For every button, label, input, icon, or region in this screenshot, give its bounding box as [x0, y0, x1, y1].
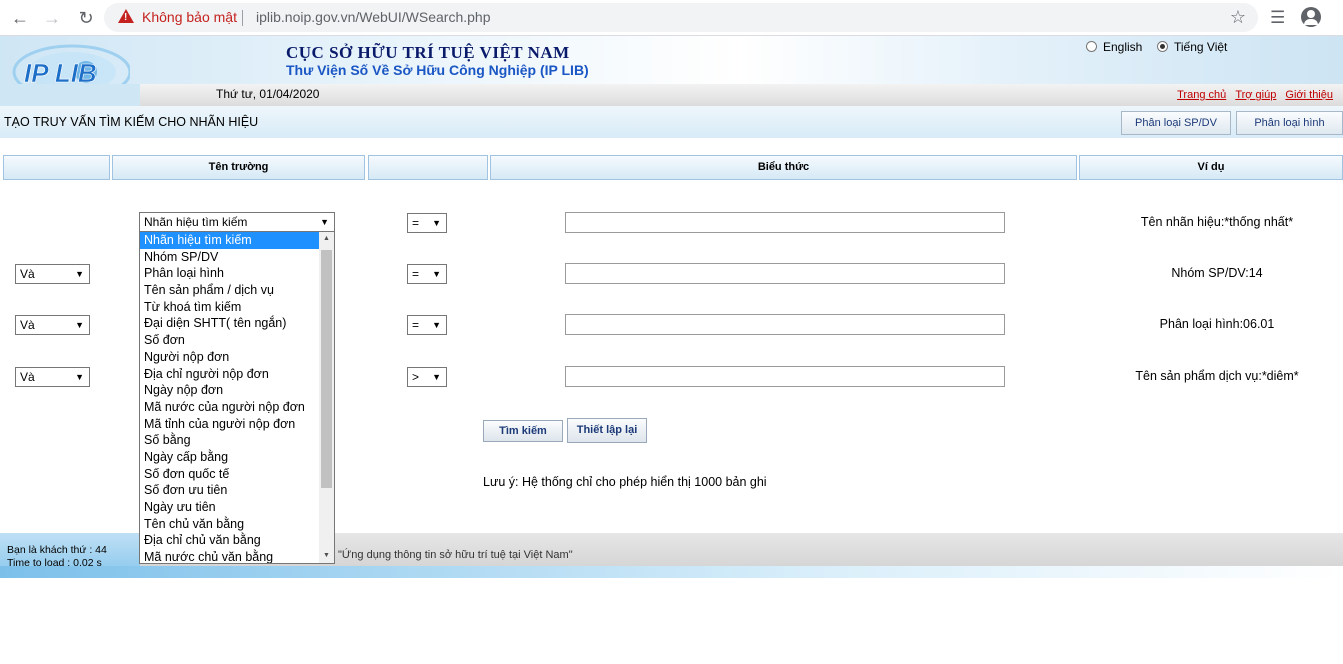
col-logic-header [3, 155, 110, 180]
dropdown-scrollbar[interactable]: ▲ ▼ [319, 232, 334, 563]
field-select-1[interactable]: Nhãn hiệu tìm kiếm [139, 212, 335, 232]
site-subtitle: Thư Viện Số Về Sở Hữu Công Nghiệp (IP LI… [286, 62, 589, 78]
example-3: Phân loại hình:06.01 [1159, 317, 1275, 331]
media-controls-icon[interactable]: ☰ [1270, 8, 1285, 28]
expression-input-1[interactable] [565, 212, 1005, 233]
forward-icon[interactable]: → [42, 8, 62, 28]
lang-vietnamese-option[interactable]: Tiếng Việt [1157, 40, 1227, 54]
dropdown-option[interactable]: Từ khoá tìm kiếm [140, 299, 334, 316]
scroll-up-icon[interactable]: ▲ [319, 232, 334, 246]
top-links: Trang chủ Trợ giúp Giới thiệu [1171, 89, 1333, 101]
url-text[interactable]: iplib.noip.gov.vn/WebUI/WSearch.php [256, 9, 491, 25]
expression-input-3[interactable] [565, 314, 1005, 335]
scrollbar-thumb[interactable] [321, 250, 332, 488]
example-2: Nhóm SP/DV:14 [1171, 266, 1263, 280]
logic-select-4[interactable]: Và [15, 367, 90, 387]
dropdown-option[interactable]: Số đơn ưu tiên [140, 482, 334, 499]
footer-slogan: "Ứng dụng thông tin sở hữu trí tuệ tại V… [338, 549, 573, 561]
dropdown-option[interactable]: Mã nước chủ văn bằng [140, 549, 334, 563]
scroll-down-icon[interactable]: ▼ [319, 549, 334, 563]
bookmark-star-icon[interactable]: ☆ [1230, 7, 1246, 28]
result-limit-note: Lưu ý: Hệ thống chỉ cho phép hiển thị 10… [483, 475, 767, 489]
col-operator-header [368, 155, 488, 180]
link-about[interactable]: Giới thiệu [1285, 89, 1333, 101]
dropdown-option[interactable]: Địa chỉ người nộp đơn [140, 366, 334, 383]
dropdown-option[interactable]: Mã nước của người nộp đơn [140, 399, 334, 416]
site-title: CỤC SỞ HỮU TRÍ TUỆ VIỆT NAM [286, 43, 570, 62]
dropdown-option[interactable]: Số đơn [140, 332, 334, 349]
radio-vietnamese[interactable] [1157, 41, 1168, 52]
dropdown-option[interactable]: Phân loại hình [140, 265, 334, 282]
dropdown-option[interactable]: Tên chủ văn bằng [140, 516, 334, 533]
address-bar[interactable]: Không bảo mật iplib.noip.gov.vn/WebUI/WS… [104, 3, 1258, 32]
dropdown-option[interactable]: Số đơn quốc tế [140, 466, 334, 483]
link-help[interactable]: Trợ giúp [1235, 89, 1276, 101]
dropdown-option[interactable]: Nhóm SP/DV [140, 249, 334, 266]
class-goods-button[interactable]: Phân loại SP/DV [1121, 111, 1231, 135]
link-home[interactable]: Trang chủ [1177, 89, 1226, 101]
logic-select-3[interactable]: Và [15, 315, 90, 335]
security-label: Không bảo mật [142, 9, 237, 25]
dropdown-option[interactable]: Người nộp đơn [140, 349, 334, 366]
dropdown-option[interactable]: Ngày nộp đơn [140, 382, 334, 399]
expression-input-2[interactable] [565, 263, 1005, 284]
section-title: TẠO TRUY VẤN TÌM KIẾM CHO NHÃN HIỆU [4, 115, 259, 129]
operator-select-3[interactable]: = [407, 315, 447, 335]
field-dropdown-list[interactable]: Nhãn hiệu tìm kiếm Nhóm SP/DV Phân loại hì… [139, 231, 335, 564]
col-expression-header: Biểu thức [490, 155, 1077, 180]
search-button[interactable]: Tìm kiếm [483, 420, 563, 442]
logic-select-2[interactable]: Và [15, 264, 90, 284]
col-example-header: Ví dụ [1079, 155, 1343, 180]
reset-button[interactable]: Thiết lập lại [567, 418, 647, 443]
warning-icon [118, 9, 134, 23]
dropdown-option[interactable]: Ngày cấp bằng [140, 449, 334, 466]
current-date: Thứ tư, 01/04/2020 [216, 87, 320, 101]
expression-input-4[interactable] [565, 366, 1005, 387]
dropdown-option[interactable]: Nhãn hiệu tìm kiếm [140, 232, 334, 249]
dropdown-option[interactable]: Ngày ưu tiên [140, 499, 334, 516]
example-1: Tên nhãn hiệu:*thống nhất* [1140, 215, 1294, 229]
dropdown-option[interactable]: Mã tỉnh của người nộp đơn [140, 416, 334, 433]
back-icon[interactable]: ← [10, 8, 30, 28]
operator-select-1[interactable]: = [407, 213, 447, 233]
lang-english-option[interactable]: English [1086, 40, 1142, 54]
radio-english[interactable] [1086, 41, 1097, 52]
dropdown-option[interactable]: Địa chỉ chủ văn bằng [140, 532, 334, 549]
operator-select-4[interactable]: > [407, 367, 447, 387]
reload-icon[interactable]: ↻ [76, 8, 96, 28]
dropdown-option[interactable]: Số bằng [140, 432, 334, 449]
example-4: Tên sản phẩm dịch vụ:*diêm* [1135, 369, 1299, 383]
date-bar [0, 84, 1343, 106]
dropdown-option[interactable]: Tên sản phẩm / dịch vụ [140, 282, 334, 299]
profile-avatar-icon[interactable] [1301, 7, 1321, 27]
col-field-header: Tên trường [112, 155, 365, 180]
dropdown-option[interactable]: Đại diện SHTT( tên ngắn) [140, 315, 334, 332]
operator-select-2[interactable]: = [407, 264, 447, 284]
browser-toolbar: ← → ↻ Không bảo mật iplib.noip.gov.vn/We… [0, 0, 1343, 36]
class-figure-button[interactable]: Phân loại hình [1236, 111, 1343, 135]
visitor-count: Bạn là khách thứ : 44 [7, 544, 107, 556]
